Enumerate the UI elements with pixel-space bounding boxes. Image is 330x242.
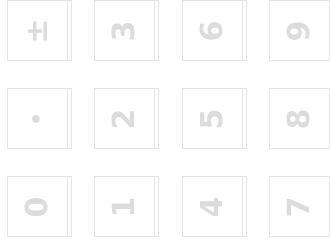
plus-minus-key[interactable]: ± — [7, 0, 72, 61]
digit-3-key[interactable]: 3 — [94, 0, 159, 61]
digit-4-key[interactable]: 4 — [182, 176, 247, 237]
digit-2-key[interactable]: 2 — [94, 88, 159, 149]
digit-6-key[interactable]: 6 — [182, 0, 247, 61]
digit-5-label: 5 — [194, 108, 230, 129]
decimal-point-label: • — [24, 111, 50, 126]
digit-8-key[interactable]: 8 — [269, 88, 330, 149]
digit-0-key[interactable]: 0 — [7, 176, 72, 237]
digit-9-label: 9 — [281, 20, 317, 41]
digit-4-label: 4 — [194, 196, 230, 217]
digit-8-label: 8 — [281, 108, 317, 129]
decimal-point-key[interactable]: • — [7, 88, 72, 149]
digit-1-label: 1 — [106, 196, 142, 217]
digit-7-key[interactable]: 7 — [269, 176, 330, 237]
digit-9-key[interactable]: 9 — [269, 0, 330, 61]
digit-3-label: 3 — [106, 20, 142, 41]
digit-2-label: 2 — [106, 108, 142, 129]
digit-0-label: 0 — [19, 196, 55, 217]
numeric-keypad: ± 3 6 9 • 2 5 8 0 1 4 7 — [0, 0, 330, 242]
digit-7-label: 7 — [281, 196, 317, 217]
plus-minus-label: ± — [19, 17, 55, 44]
digit-1-key[interactable]: 1 — [94, 176, 159, 237]
digit-5-key[interactable]: 5 — [182, 88, 247, 149]
digit-6-label: 6 — [194, 20, 230, 41]
